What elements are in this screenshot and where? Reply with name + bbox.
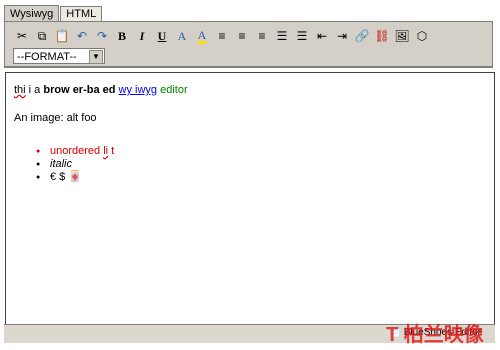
bold-icon[interactable]: B [113, 27, 131, 45]
indent-icon[interactable]: ⇥ [333, 27, 351, 45]
italic-icon[interactable]: I [133, 27, 151, 45]
redo-icon[interactable]: ↷ [93, 27, 111, 45]
italic-text: italic [50, 158, 73, 170]
image-icon[interactable]: 🖼 [393, 27, 411, 45]
editor-line-2: An image: alt foo [14, 112, 97, 124]
bullet-list: unordered li t italic € $ 🀄 [36, 145, 114, 184]
list-text: t [108, 145, 115, 157]
align-left-icon[interactable]: ≡ [213, 27, 231, 45]
tab-bar: Wysiwyg HTML [4, 4, 103, 22]
cut-icon[interactable]: ✂ [13, 27, 31, 45]
green-text: editor [157, 84, 188, 96]
toolbar-buttons: ✂ ⧉ 📋 ↶ ↷ B I U A A ≡ ≡ ≡ ☰ ☰ ⇤ ⇥ 🔗 ⛓ 🖼 … [13, 27, 433, 45]
list-text: unordered [50, 145, 104, 157]
text-segment: i a [25, 84, 44, 96]
symbol-text: € $ 🀄 [50, 171, 83, 183]
editor-line-1: thi i a brow er-ba ed wy iwyg editor [14, 84, 188, 96]
paste-icon[interactable]: 📋 [53, 27, 71, 45]
toolbar: ✂ ⧉ 📋 ↶ ↷ B I U A A ≡ ≡ ≡ ☰ ☰ ⇤ ⇥ 🔗 ⛓ 🖼 … [4, 21, 493, 68]
list-item: € $ 🀄 [36, 171, 114, 184]
align-right-icon[interactable]: ≡ [253, 27, 271, 45]
unlink-icon[interactable]: ⛓ [373, 27, 391, 45]
editor-link[interactable]: wy iwyg [119, 84, 158, 96]
editor-area[interactable]: thi i a brow er-ba ed wy iwyg editor An … [5, 72, 495, 324]
cube-icon[interactable]: ⬡ [413, 27, 431, 45]
tab-wysiwyg[interactable]: Wysiwyg [4, 5, 60, 22]
outdent-icon[interactable]: ⇤ [313, 27, 331, 45]
format-select[interactable]: --FORMAT-- ▼ [13, 48, 105, 64]
font-color-icon[interactable]: A [173, 27, 191, 45]
bold-text: brow er-ba [43, 84, 100, 96]
unordered-list-icon[interactable]: ☰ [293, 27, 311, 45]
align-center-icon[interactable]: ≡ [233, 27, 251, 45]
highlight-icon[interactable]: A [193, 27, 211, 45]
bold-text: ed [99, 84, 119, 96]
format-select-value: --FORMAT-- [17, 51, 77, 63]
ordered-list-icon[interactable]: ☰ [273, 27, 291, 45]
list-item: unordered li t [36, 145, 114, 158]
copy-icon[interactable]: ⧉ [33, 27, 51, 45]
link-icon[interactable]: 🔗 [353, 27, 371, 45]
watermark-logo: T 柏兰映像 [386, 324, 484, 346]
list-item: italic [36, 158, 114, 171]
chevron-down-icon[interactable]: ▼ [89, 50, 103, 64]
misspelled-word: thi [14, 84, 26, 96]
tab-html[interactable]: HTML [60, 6, 103, 22]
undo-icon[interactable]: ↶ [73, 27, 91, 45]
underline-icon[interactable]: U [153, 27, 171, 45]
